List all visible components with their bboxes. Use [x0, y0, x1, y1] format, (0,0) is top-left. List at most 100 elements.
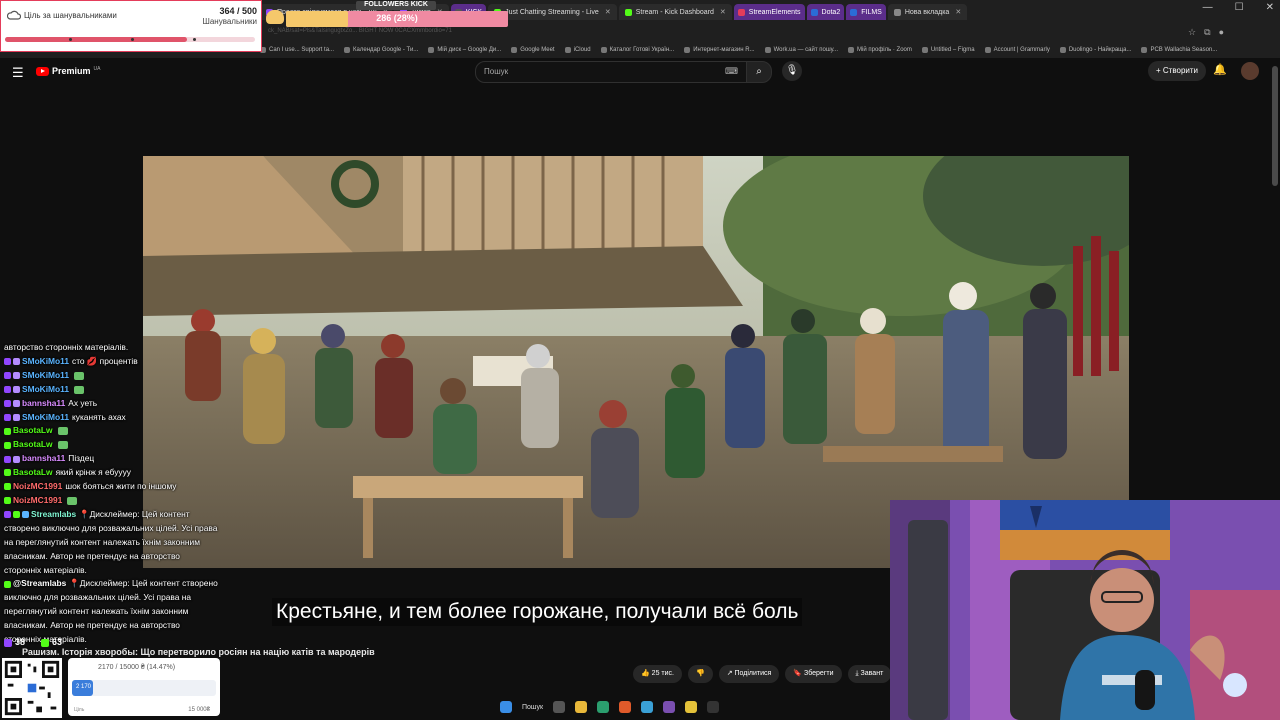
video-actions: 👍 25 тис. 👎 ↗ Поділитися 🔖 Зберегти ⤓ Заван…: [633, 665, 892, 683]
donation-min-label: Ціль: [74, 707, 85, 713]
chat-badge-icon: [4, 386, 11, 393]
maximize-icon[interactable]: ☐: [1235, 2, 1244, 13]
star-icon[interactable]: ☆: [1188, 27, 1196, 38]
chat-message: SMoKiMo11: [4, 369, 219, 383]
browser-tab[interactable]: FILMS: [846, 4, 886, 20]
share-button[interactable]: ↗ Поділитися: [718, 665, 780, 683]
search-input[interactable]: Пошук: [484, 67, 508, 76]
tab-label: Dota2: [821, 8, 841, 16]
tab-favicon-icon: [850, 8, 858, 16]
bookmark-item[interactable]: Мій диск – Google Ди...: [428, 44, 501, 56]
donation-widget: 2170 / 15000 ₴ (14.47%) 2 170 Ціль 15 00…: [0, 656, 222, 720]
keyboard-icon[interactable]: ⌨: [725, 66, 738, 77]
youtube-logo[interactable]: Premium UA: [36, 66, 100, 76]
chat-message: bannsha11 Піздец: [4, 452, 219, 466]
chat-badge-icon: [4, 427, 11, 435]
goal-tick: [193, 38, 196, 41]
browser-tab[interactable]: StreamElements: [733, 4, 805, 20]
app-icon[interactable]: [663, 701, 676, 713]
download-button[interactable]: ⤓ Завант: [847, 665, 892, 683]
bookmark-label: Untitled – Figma: [930, 47, 975, 53]
bookmark-favicon-icon: [600, 47, 607, 53]
dislike-button[interactable]: 👎: [687, 665, 713, 683]
chat-badge-icon: [4, 372, 11, 380]
like-button[interactable]: 👍 25 тис.: [633, 665, 682, 683]
telegram-icon[interactable]: [641, 701, 654, 713]
close-tab-icon[interactable]: ✕: [605, 8, 611, 16]
close-icon[interactable]: ✕: [1266, 2, 1274, 13]
bookmark-item[interactable]: Duolingo - Найкраща...: [1059, 44, 1131, 56]
bookmarks-bar: Can I use... Support ta... Календар Googl…: [260, 44, 1280, 56]
bookmark-favicon-icon: [921, 47, 928, 53]
bookmark-favicon-icon: [1141, 47, 1148, 53]
bookmark-item[interactable]: iCloud: [564, 44, 591, 56]
browser-icon[interactable]: [619, 701, 632, 713]
bookmark-item[interactable]: Мій профіль · Zoom: [848, 44, 912, 56]
follower-goal-fill: [5, 37, 187, 42]
follower-goal-bar: [5, 37, 255, 42]
file-explorer-icon[interactable]: [575, 701, 588, 713]
chat-badge-icon: [4, 511, 11, 519]
bookmark-item[interactable]: Google Meet: [511, 44, 555, 56]
bookmark-item[interactable]: Work.ua — сайт пошу...: [764, 44, 838, 56]
bookmark-item[interactable]: Can I use... Support ta...: [260, 44, 334, 56]
bookmark-item[interactable]: Каталог Готові Україн...: [600, 44, 674, 56]
obs-icon[interactable]: [707, 701, 720, 713]
tab-label: Stream - Kick Dashboard: [635, 8, 714, 16]
donation-bar: 2 170: [72, 680, 216, 696]
tab-label: FILMS: [861, 8, 882, 16]
twitch-icon: [4, 638, 12, 647]
chat-message: SMoKiMo11 сто 💋 процентів: [4, 355, 219, 369]
youtube-play-icon: [36, 66, 49, 76]
goal-tick: [131, 38, 134, 41]
cloud-heart-icon: [7, 10, 21, 20]
chat-badge-icon: [4, 413, 11, 421]
chat-badge-icon: [13, 372, 20, 380]
bell-icon[interactable]: 🔔: [1213, 63, 1227, 76]
close-tab-icon[interactable]: ✕: [720, 8, 726, 16]
edge-icon[interactable]: [597, 701, 610, 713]
task-view-icon[interactable]: [553, 701, 566, 713]
bookmark-item[interactable]: PCB Wallachia Season...: [1141, 44, 1217, 56]
windows-start-icon[interactable]: [500, 701, 512, 713]
search-button[interactable]: ⌕: [746, 61, 772, 83]
twitch-viewers: 38: [4, 637, 25, 647]
bookmark-label: Account | Grammarly: [993, 47, 1050, 53]
chat-message: BasotaLw: [4, 424, 219, 438]
bookmark-label: Can I use... Support ta...: [269, 47, 335, 53]
tab-favicon-icon: [624, 8, 632, 16]
browser-tab[interactable]: Stream - Kick Dashboard ✕: [618, 4, 732, 20]
voice-search-button[interactable]: 🎙: [782, 61, 802, 81]
profile-icon[interactable]: ●: [1219, 27, 1224, 38]
close-tab-icon[interactable]: ✕: [955, 8, 961, 16]
tab-favicon-icon: [737, 8, 745, 16]
bookmark-item[interactable]: Account | Grammarly: [984, 44, 1050, 56]
chat-username: SMoKiMo11: [22, 369, 69, 380]
heart-icon: [266, 10, 284, 24]
search-box[interactable]: Пошук ⌨: [475, 61, 747, 83]
share-label: Поділитися: [734, 670, 772, 677]
chat-badge-icon: [13, 455, 20, 463]
bookmark-favicon-icon: [764, 47, 771, 53]
menu-icon[interactable]: ☰: [12, 65, 24, 81]
webcam-overlay: [890, 500, 1280, 720]
bookmark-label: Календар Google - Ти...: [353, 47, 419, 53]
tab-favicon-icon: [810, 8, 818, 16]
minimize-icon[interactable]: —: [1203, 2, 1213, 13]
taskbar-search[interactable]: Пошук: [522, 704, 543, 711]
chrome-icon[interactable]: [685, 701, 698, 713]
create-button[interactable]: + Створити: [1148, 61, 1206, 81]
chat-badge-icon: [13, 511, 20, 519]
extensions-icon[interactable]: ⧉: [1204, 27, 1210, 38]
bookmark-item[interactable]: Untitled – Figma: [921, 44, 975, 56]
browser-tab[interactable]: Нова вкладка ✕: [887, 4, 968, 20]
bookmark-item[interactable]: Интернет-магазин R...: [684, 44, 755, 56]
chat-message: Streamlabs 📍Дисклеймер: Цей контент створ…: [4, 508, 219, 578]
chat-message: BasotaLw який крінж я ебуууу: [4, 466, 219, 480]
browser-tab[interactable]: Dota2: [806, 4, 845, 20]
save-button[interactable]: 🔖 Зберегти: [785, 665, 842, 683]
chat-username: Streamlabs: [31, 508, 77, 519]
scrollbar[interactable]: [1272, 66, 1278, 186]
avatar[interactable]: [1241, 62, 1259, 80]
bookmark-item[interactable]: Календар Google - Ти...: [344, 44, 418, 56]
